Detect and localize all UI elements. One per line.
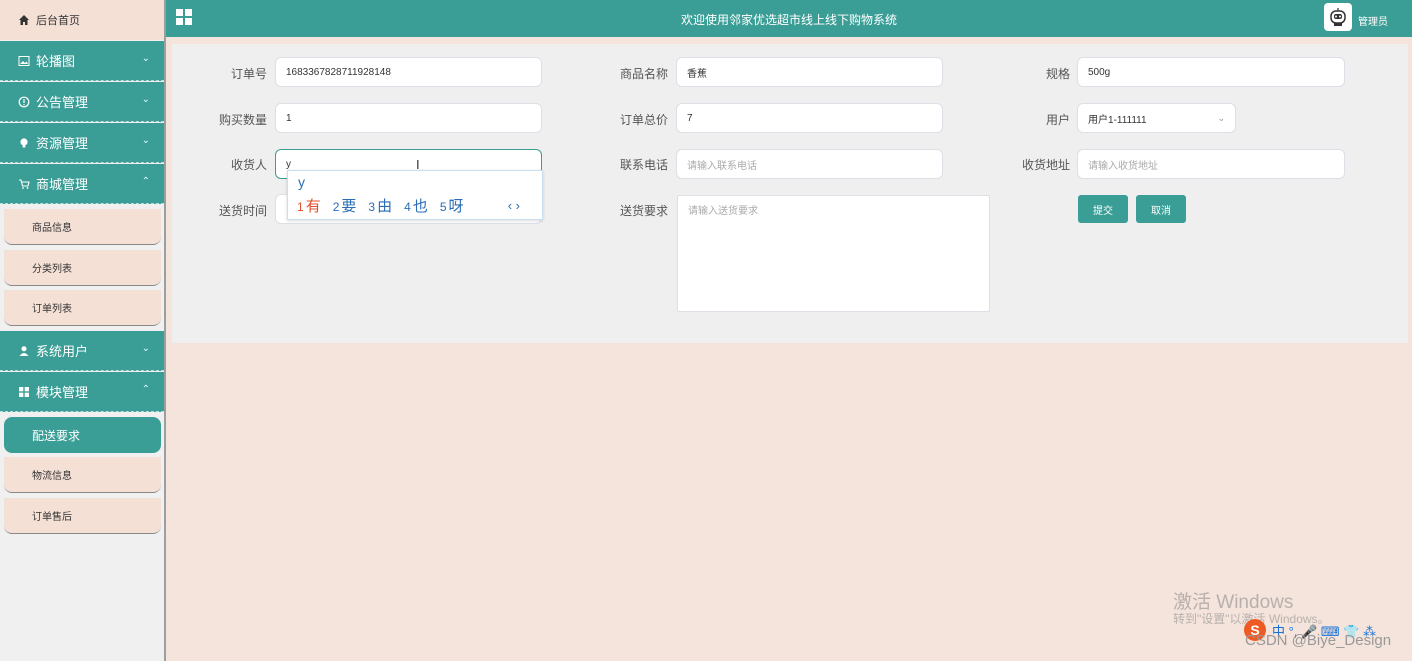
chevron-up-icon: ⌃ (141, 176, 150, 187)
sidebar-group-shop[interactable]: 商城管理 ⌃ (0, 164, 164, 204)
csdn-watermark: CSDN @Biye_Design (1245, 632, 1392, 649)
user-label: 用户 (1045, 113, 1070, 127)
chevron-down-icon: ⌄ (141, 94, 150, 105)
ime-candidate-number: 2 (332, 200, 340, 214)
sidebar-item-label: 商品信息 (32, 223, 72, 234)
product-name-label: 商品名称 (619, 67, 668, 81)
sidebar-group-system-user[interactable]: 系统用户 ⌄ (0, 331, 164, 371)
username[interactable]: 管理员 (1358, 13, 1388, 28)
submit-button[interactable]: 提交 (1078, 195, 1128, 223)
ime-composition: y (298, 174, 305, 190)
chevron-down-icon: ⌄ (141, 343, 150, 354)
chevron-up-icon: ⌃ (141, 384, 150, 395)
sidebar-item-label: 订单列表 (32, 304, 72, 315)
address-label: 收货地址 (1021, 158, 1070, 172)
sidebar-item-delivery-req[interactable]: 配送要求 (4, 417, 161, 453)
sidebar-group-resource[interactable]: 资源管理 ⌄ (0, 123, 164, 163)
ime-candidate[interactable]: 4也 (404, 195, 428, 216)
ime-candidate-number: 1 (297, 200, 304, 214)
user-select-value: 用户1-111111 (1088, 114, 1147, 126)
image-icon (18, 55, 30, 67)
sidebar-item-label: 物流信息 (32, 471, 72, 482)
sidebar-group-label: 系统用户 (36, 344, 89, 359)
page-title: 欢迎使用邻家优选超市线上线下购物系统 (680, 13, 897, 27)
sidebar-item-label: 订单售后 (32, 512, 72, 523)
chevron-down-icon: ⌄ (141, 135, 150, 146)
home-icon (18, 14, 30, 26)
ime-candidate-number: 4 (404, 200, 411, 214)
product-name-input[interactable]: 香蕉 (676, 57, 943, 87)
sidebar-group-label: 轮播图 (36, 54, 76, 69)
sidebar-item-after-sale[interactable]: 订单售后 (4, 498, 161, 534)
sidebar-item-label: 配送要求 (32, 428, 81, 443)
total-label: 订单总价 (619, 113, 668, 127)
quantity-label: 购买数量 (218, 113, 267, 127)
delivery-req-label: 送货要求 (619, 204, 668, 218)
sidebar-group-label: 商城管理 (36, 177, 89, 192)
ime-page-nav[interactable]: ‹ › (508, 198, 520, 213)
sidebar-item-logistics[interactable]: 物流信息 (4, 457, 161, 493)
quantity-input[interactable]: 1 (275, 103, 542, 133)
grid-icon (18, 386, 30, 398)
sidebar-group-module[interactable]: 模块管理 ⌃ (0, 372, 164, 412)
sidebar-item-home[interactable]: 后台首页 (0, 0, 164, 40)
ime-candidate-number: 3 (368, 200, 376, 214)
spec-label: 规格 (1045, 67, 1070, 81)
ime-candidate-text: 有 (305, 198, 321, 215)
ime-candidate-text: 由 (377, 198, 393, 215)
bulb-icon (18, 137, 30, 149)
address-input[interactable]: 请输入收货地址 (1077, 149, 1345, 179)
cart-icon (18, 178, 30, 190)
sidebar-item-label: 分类列表 (32, 264, 72, 275)
total-input[interactable]: 7 (676, 103, 943, 133)
ime-candidate-text: 要 (341, 198, 357, 215)
cancel-button[interactable]: 取消 (1136, 195, 1186, 223)
ime-candidate-number: 5 (439, 200, 447, 214)
spec-input[interactable]: 500g (1077, 57, 1345, 87)
sidebar-group-carousel[interactable]: 轮播图 ⌄ (0, 41, 164, 81)
chevron-down-icon: ⌄ (141, 53, 150, 64)
robot-avatar-icon (1330, 8, 1346, 26)
info-icon (18, 96, 30, 108)
sidebar-item-category-list[interactable]: 分类列表 (4, 250, 161, 286)
receiver-label: 收货人 (230, 158, 267, 172)
ime-candidate[interactable]: 2要 (333, 195, 357, 216)
ime-candidate-text: 也 (412, 198, 428, 215)
user-select[interactable]: 用户1-111111 ⌄ (1077, 103, 1236, 133)
ime-candidate-popup: y 1有 2要 3由 4也 5呀 ‹ › (287, 170, 543, 220)
delivery-req-textarea[interactable]: 请输入送货要求 (677, 195, 990, 312)
ime-candidate-text: 呀 (448, 198, 464, 215)
sidebar-item-order-list[interactable]: 订单列表 (4, 290, 161, 326)
sidebar-group-label: 模块管理 (36, 385, 89, 400)
ime-candidate[interactable]: 5呀 (440, 195, 464, 216)
top-header: 欢迎使用邻家优选超市线上线下购物系统 管理员 (166, 0, 1412, 37)
sidebar-group-label: 资源管理 (36, 136, 89, 151)
phone-input[interactable]: 请输入联系电话 (676, 149, 943, 179)
order-no-label: 订单号 (230, 67, 267, 81)
sidebar-group-label: 公告管理 (36, 95, 89, 110)
user-icon (18, 345, 30, 357)
phone-label: 联系电话 (619, 158, 668, 172)
avatar[interactable] (1324, 3, 1352, 31)
sidebar-item-product-info[interactable]: 商品信息 (4, 209, 161, 245)
ime-candidate[interactable]: 1有 (297, 195, 321, 216)
sidebar-item-label: 后台首页 (36, 15, 80, 27)
chevron-down-icon: ⌄ (1217, 113, 1225, 123)
delivery-time-label: 送货时间 (218, 204, 267, 218)
order-no-input[interactable]: 1683367828711928148 (275, 57, 542, 87)
ime-candidate[interactable]: 3由 (368, 195, 392, 216)
sidebar: 后台首页 轮播图 ⌄ 公告管理 ⌄ 资源管理 ⌄ 商城管理 ⌃ 商品信息 分类列… (0, 0, 166, 661)
sidebar-group-notice[interactable]: 公告管理 ⌄ (0, 82, 164, 122)
